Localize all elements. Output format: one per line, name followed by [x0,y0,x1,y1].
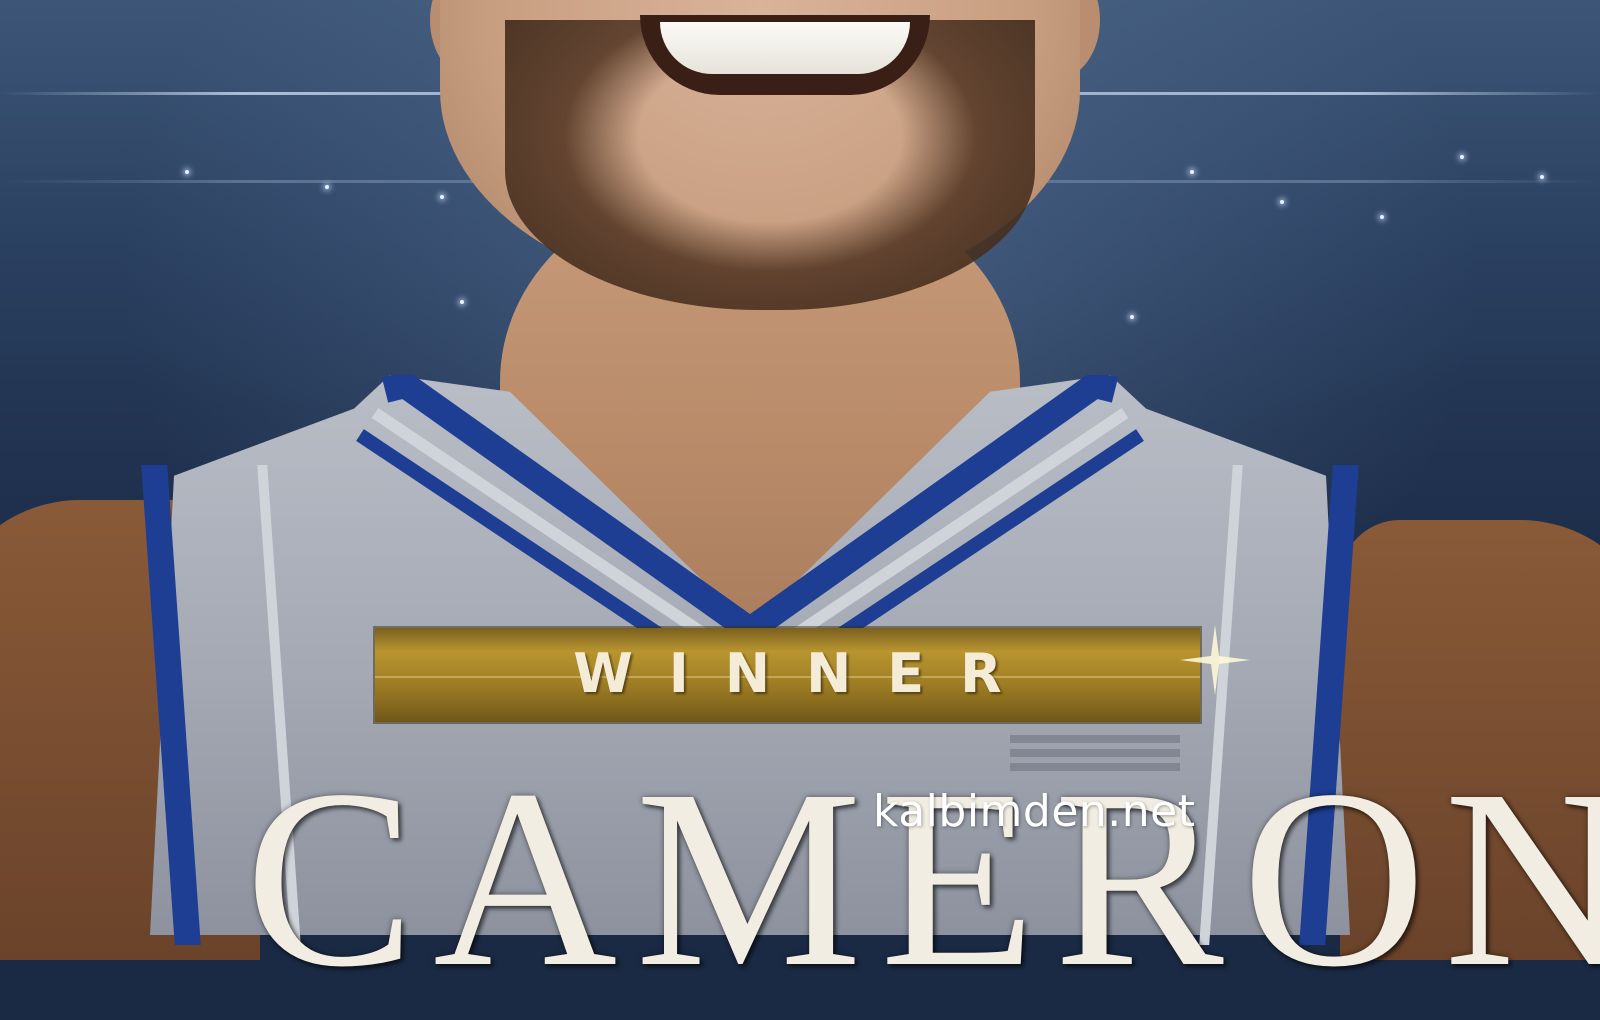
smile-teeth [660,22,910,74]
watermark: kalbimden.net [873,786,1196,837]
sparkle-star-icon [1180,625,1250,695]
winner-label: WINNER [573,642,1038,705]
winner-banner: WINNER [375,628,1200,722]
